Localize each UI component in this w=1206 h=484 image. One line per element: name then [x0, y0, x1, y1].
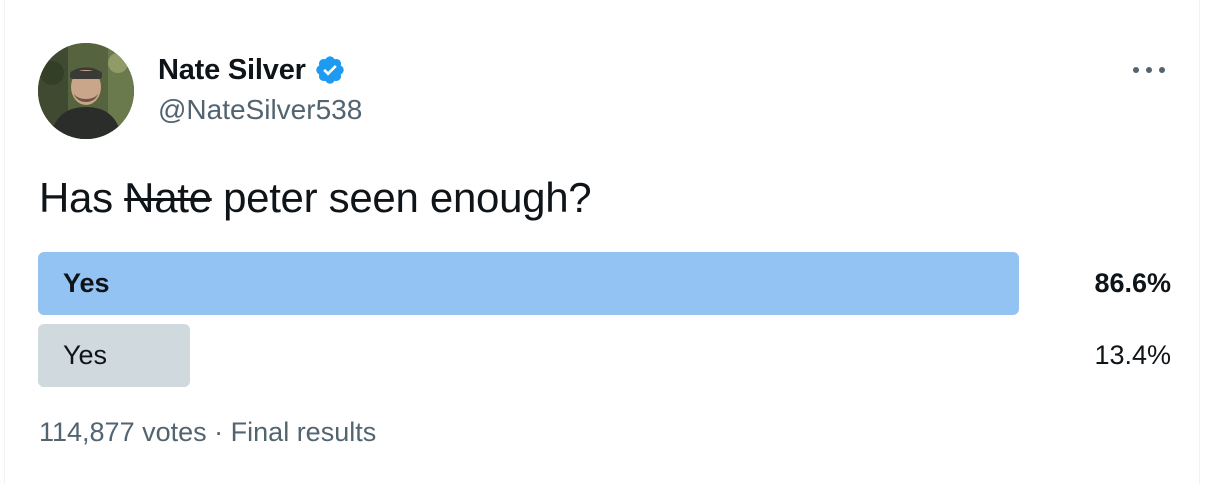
- poll-meta: 114,877 votes · Final results: [39, 417, 376, 448]
- more-options-button[interactable]: [1129, 56, 1169, 84]
- poll-option: Yes 13.4%: [38, 324, 1171, 387]
- poll-option-percent: 13.4%: [1094, 340, 1171, 370]
- poll-status: Final results: [230, 417, 377, 447]
- more-options-icon: [1133, 67, 1165, 73]
- tweet-text-before: Has: [39, 174, 125, 221]
- author-name[interactable]: Nate Silver: [158, 54, 306, 87]
- poll-option-percent: 86.6%: [1094, 268, 1171, 298]
- poll-option-label: Yes: [63, 340, 108, 370]
- tweet-card: Nate Silver @NateSilver538 Has Nate pete…: [4, 0, 1200, 484]
- tweet-text: Has Nate peter seen enough?: [39, 174, 592, 222]
- poll-meta-separator: ·: [214, 417, 224, 447]
- avatar[interactable]: [38, 43, 134, 139]
- author-handle[interactable]: @NateSilver538: [158, 94, 362, 126]
- verified-badge-icon: [314, 54, 346, 86]
- poll-vote-count: 114,877 votes: [39, 417, 207, 447]
- tweet-struck-word: Nate: [124, 174, 212, 221]
- poll-option-label: Yes: [63, 268, 110, 298]
- poll-option-bar: [38, 324, 190, 387]
- author-name-row: Nate Silver: [158, 52, 346, 88]
- poll-option: Yes 86.6%: [38, 252, 1171, 315]
- avatar-photo: [38, 43, 134, 139]
- tweet-text-after: peter seen enough?: [211, 174, 592, 221]
- poll-option-bar: [38, 252, 1019, 315]
